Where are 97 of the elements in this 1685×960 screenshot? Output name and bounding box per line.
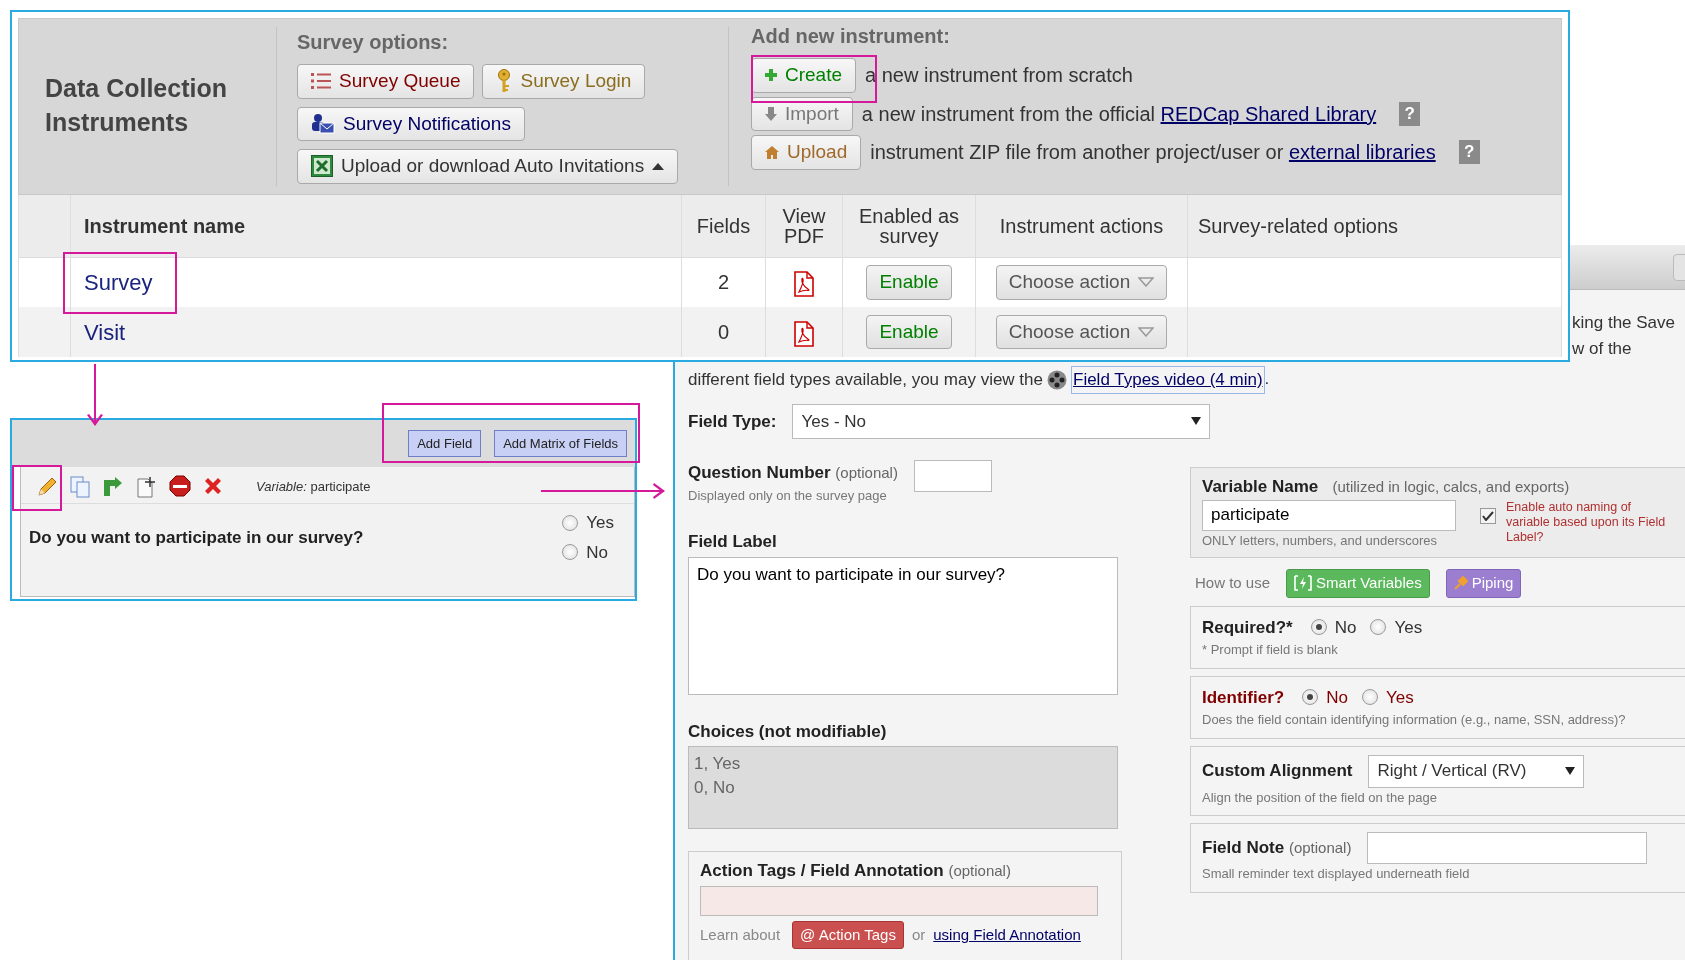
- survey-option-button[interactable]: Survey Queue: [297, 64, 475, 99]
- option-text: a new instrument from scratch: [865, 63, 1133, 89]
- survey-option-button[interactable]: Survey Notifications: [297, 106, 525, 142]
- panel-title: Data Collection Instruments: [19, 27, 277, 186]
- punctuation: .: [1264, 368, 1270, 390]
- option-text: instrument ZIP file from another project/user or external libraries: [870, 140, 1436, 166]
- field-count: 0: [717, 321, 730, 343]
- down-arrow-icon: [765, 106, 777, 121]
- film-reel-icon: [1047, 369, 1067, 390]
- column-header: Enabled as survey: [842, 195, 976, 257]
- arrow: [87, 364, 103, 426]
- instrument-link[interactable]: Survey: [84, 269, 153, 295]
- pdf-icon: [794, 320, 814, 347]
- field-label: Choices (not modifiable): [688, 720, 888, 743]
- field-label: Required?*: [1202, 616, 1293, 639]
- add-button[interactable]: Add Field: [408, 429, 482, 458]
- survey-option-button[interactable]: Upload or download Auto Invitations: [297, 149, 679, 184]
- column-header: Fields: [681, 195, 766, 257]
- stop-icon[interactable]: [168, 475, 192, 499]
- library-link[interactable]: external libraries: [1288, 141, 1436, 164]
- section-label: Add new instrument:: [751, 24, 951, 49]
- radio-option[interactable]: No: [1302, 684, 1348, 710]
- field-label: Action Tags / Field Annotation (optional): [700, 860, 1012, 882]
- instrument-button[interactable]: Create: [751, 58, 857, 93]
- spreadsheet-icon: [311, 155, 333, 178]
- caret-icon: [1138, 327, 1155, 337]
- variable-text: Variable: participate: [256, 478, 371, 497]
- field-label-input[interactable]: Do you want to participate in our survey?: [688, 556, 1118, 695]
- field-count: 2: [717, 271, 730, 294]
- action-tags-button[interactable]: @ Action Tags: [792, 920, 904, 949]
- annotation-input[interactable]: [700, 885, 1098, 916]
- field-label: Field Note (optional): [1202, 837, 1352, 860]
- field-label: Question Number (optional): [688, 462, 898, 484]
- help-text: or: [911, 924, 926, 945]
- library-link[interactable]: REDCap Shared Library: [1160, 102, 1377, 125]
- alignment-select[interactable]: Right / Vertical (RV): [1368, 754, 1585, 788]
- annotation-link[interactable]: using Field Annotation: [933, 923, 1081, 946]
- radio-option[interactable]: Yes: [1370, 614, 1423, 640]
- list-icon: [311, 72, 331, 91]
- caret-icon: [652, 162, 665, 171]
- choice-line: 1, Yes: [694, 753, 742, 775]
- field-label: Variable Name (utilized in logic, calcs, and exports): [1202, 476, 1571, 498]
- checkbox[interactable]: [1480, 507, 1496, 524]
- field-label: Field Type:: [688, 410, 777, 433]
- instruction-text: w of the: [1572, 338, 1633, 360]
- radio-option[interactable]: Yes: [1361, 684, 1414, 710]
- column-header: Instrument name: [70, 195, 682, 257]
- instruction-text: different field types available, you may view the: [688, 369, 1043, 391]
- field-hint: Does the field contain identifying information (e.g., name, SSN, address)?: [1202, 711, 1627, 729]
- field-label: Field Label: [688, 531, 778, 553]
- field-hint: ONLY letters, numbers, and underscores: [1202, 531, 1439, 550]
- pdf-icon: [794, 270, 814, 297]
- enable-button[interactable]: Enable: [866, 314, 952, 350]
- radio-option[interactable]: No: [562, 539, 614, 565]
- instrument-button[interactable]: Import: [751, 96, 853, 132]
- option-text: a new instrument from the official REDCap Shared Library: [861, 101, 1377, 127]
- instruction-text: king the Save: [1572, 312, 1676, 334]
- column-header: Instrument actions: [975, 195, 1188, 257]
- add-button[interactable]: Add Matrix of Fields: [494, 429, 627, 458]
- checkmark-icon: [1482, 510, 1494, 521]
- instrument-button[interactable]: Upload: [751, 135, 862, 170]
- column-header: View PDF: [765, 195, 843, 257]
- copy-icon[interactable]: [69, 475, 93, 499]
- bolt-icon: [1294, 575, 1313, 592]
- variable-name-input[interactable]: participate: [1202, 499, 1456, 531]
- choice-line: 0, No: [694, 777, 736, 799]
- radio-option[interactable]: Yes: [562, 510, 614, 536]
- radio-option[interactable]: No: [1310, 614, 1357, 640]
- house-icon: [765, 146, 779, 159]
- question-text: Do you want to participate in our survey?: [29, 526, 364, 549]
- help-text: Learn about: [700, 924, 781, 945]
- caret-icon: [1138, 277, 1155, 288]
- highlight-box: [12, 465, 62, 511]
- video-link[interactable]: Field Types video (4 min): [1071, 366, 1265, 394]
- key-icon: [496, 69, 513, 94]
- people-envelope-icon: [311, 112, 335, 135]
- checkbox-label: Enable auto naming of variable based upon its Field Label?: [1506, 499, 1667, 546]
- survey-option-button[interactable]: Survey Login: [482, 64, 646, 99]
- help-text: How to use: [1195, 573, 1271, 593]
- column-header: Survey-related options: [1187, 195, 1562, 257]
- field-hint: * Prompt if field is blank: [1202, 641, 1339, 659]
- section-label: Survey options:: [297, 30, 450, 55]
- action-dropdown[interactable]: Choose action: [995, 265, 1168, 300]
- field-type-select[interactable]: Yes - No: [792, 403, 1211, 439]
- plus-icon: [765, 69, 777, 82]
- enable-button[interactable]: Enable: [866, 265, 952, 300]
- action-dropdown[interactable]: Choose action: [995, 314, 1168, 350]
- field-hint: Displayed only on the survey page: [688, 486, 888, 505]
- dropdown-arrow-icon: [1565, 767, 1576, 775]
- field-note-input[interactable]: [1367, 832, 1648, 864]
- instrument-link[interactable]: Visit: [84, 319, 126, 345]
- field-hint: Align the position of the field on the page: [1202, 788, 1438, 807]
- field-hint: Small reminder text displayed underneath field: [1202, 865, 1471, 883]
- dropdown-arrow-icon: [1191, 417, 1202, 426]
- question-number-input[interactable]: [913, 460, 992, 492]
- field-label: Identifier?: [1202, 686, 1285, 709]
- field-label: Custom Alignment: [1202, 760, 1353, 783]
